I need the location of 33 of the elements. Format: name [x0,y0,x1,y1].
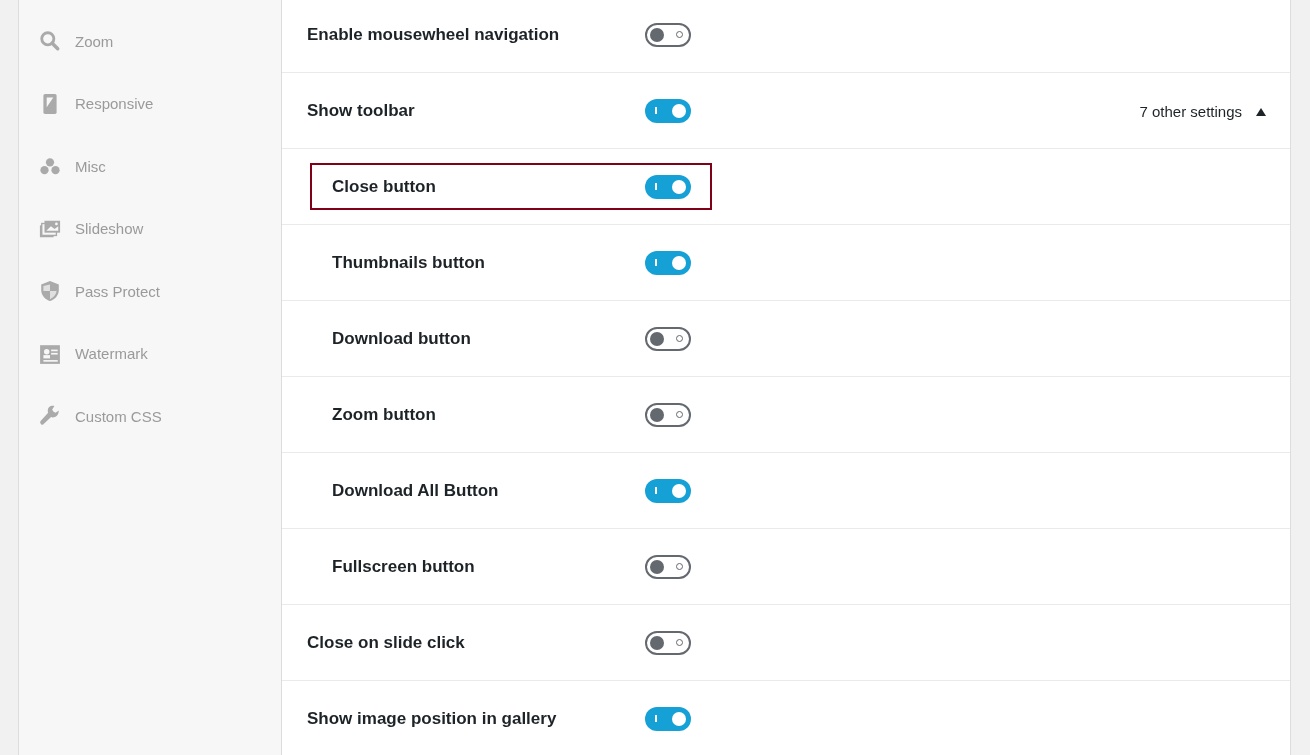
wrench-icon [39,405,61,427]
setting-label: Download button [332,328,472,349]
sidebar-item[interactable]: Misc [19,151,281,181]
sidebar-item[interactable]: Pass Protect [19,276,281,306]
search-icon [39,30,61,52]
other-settings-toggle[interactable]: 7 other settings [1139,103,1266,120]
id-card-icon [39,342,61,365]
shield-icon [39,280,61,302]
sidebar-item[interactable]: Custom CSS [19,401,281,431]
toggle-switch[interactable] [645,706,691,731]
circles-icon [39,155,61,177]
setting-label: Thumbnails button [332,252,486,273]
toggle-switch[interactable] [645,402,691,427]
setting-label: Zoom button [332,404,437,425]
toggle-switch[interactable] [645,22,691,47]
toggle-switch[interactable] [645,98,691,123]
toggle-switch[interactable] [645,174,691,199]
setting-label: Download All Button [332,480,500,501]
sidebar-item[interactable]: Responsive [19,88,281,119]
setting-label: Close button [332,176,437,197]
toggle-switch[interactable] [645,326,691,351]
setting-label: Close on slide click [307,632,466,653]
sidebar-item[interactable]: Watermark [19,338,281,369]
setting-label: Show toolbar [307,100,416,121]
sidebar-item[interactable]: Zoom [19,26,281,56]
toggle-switch[interactable] [645,630,691,655]
setting-label: Fullscreen button [332,556,476,577]
sidebar-item[interactable]: Slideshow [19,213,281,244]
toggle-switch[interactable] [645,554,691,579]
toggle-switch[interactable] [645,478,691,503]
setting-label: Show image position in gallery [307,708,558,729]
toggle-switch[interactable] [645,250,691,275]
setting-label: Enable mousewheel navigation [307,24,561,45]
